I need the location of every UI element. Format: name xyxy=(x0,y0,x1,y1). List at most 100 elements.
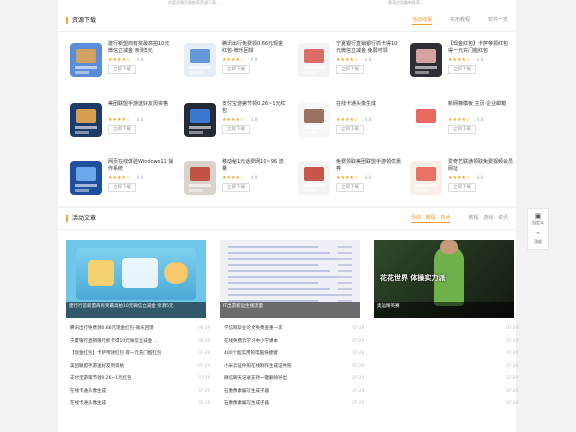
list-item[interactable]: 石墨像素編写生成子器 07-29 xyxy=(224,397,364,410)
app-card[interactable]: 在线卡通头像生成 ★★★★☆ 4.8 立即下载 xyxy=(298,100,402,140)
list-item[interactable]: 07-29 xyxy=(378,335,518,348)
list-item[interactable]: 07-29 xyxy=(378,397,518,410)
app-icon[interactable] xyxy=(298,43,330,77)
article-title[interactable]: 微信聊天记录支持一键删除导出 xyxy=(224,375,287,381)
article-title[interactable]: 400个超实用的电脑快捷键 xyxy=(224,350,278,356)
app-card[interactable]: 美团联盟手游送好友周资格 ★★★★☆ 4.8 立即下载 xyxy=(70,100,174,140)
featured-card[interactable]: 建行行首新盟商有奖最高拍10元微信立减金 亲测5元 xyxy=(66,240,206,318)
list-item[interactable]: 07-29 xyxy=(378,385,518,398)
article-title[interactable]: 石墨像素編写生成子器 xyxy=(224,400,269,406)
list-item[interactable]: 07-29 xyxy=(378,347,518,360)
list-item[interactable]: 宁夏银行直销银行抓卡得10元微信立减金 ... 06-29 xyxy=(70,335,210,348)
download-button[interactable]: 立即下载 xyxy=(108,125,136,134)
article-title[interactable]: 学信网毕业论文免费查重一次 xyxy=(224,325,283,331)
list-item[interactable]: 07-29 xyxy=(378,372,518,385)
list-item[interactable]: 07-29 xyxy=(378,322,518,335)
app-card[interactable]: 【现金红包】卡萨帝领红包 得一元充门槛红包 ★★★★☆ 4.8 立即下载 xyxy=(410,40,514,80)
tab-resource-1[interactable]: 实用教程 xyxy=(450,16,470,25)
featured-caption[interactable]: IT出游新运生线流量 xyxy=(220,302,360,318)
article-title[interactable]: 在线卡通头像生成 xyxy=(70,388,106,394)
list-item[interactable]: 在线卡通头像生成 07-29 xyxy=(70,397,210,410)
app-icon[interactable] xyxy=(70,161,102,195)
app-card[interactable]: 新网梯模板 主页·企业邮箱 ★★★★☆ 4.8 立即下载 xyxy=(410,100,514,140)
app-icon[interactable] xyxy=(298,161,330,195)
app-icon[interactable] xyxy=(70,43,102,77)
tab-article-0[interactable]: 活动 · 教程 · 技术 xyxy=(410,214,451,223)
tab-resource-2[interactable]: 软件一览 xyxy=(488,16,508,25)
download-button[interactable]: 立即下载 xyxy=(448,65,476,74)
app-name[interactable]: 美团联盟手游送好友周资格 xyxy=(108,101,174,108)
app-icon[interactable] xyxy=(184,161,216,195)
download-button[interactable]: 立即下载 xyxy=(448,183,476,192)
list-item[interactable]: 支付宝游第节领0.26~1元红包 07-29 xyxy=(70,372,210,385)
article-title[interactable]: 支付宝游第节领0.26~1元红包 xyxy=(70,375,132,381)
app-icon[interactable] xyxy=(410,43,442,77)
side-item-custom[interactable]: ▣ 自定义 xyxy=(528,212,548,226)
app-card[interactable]: 网页在线体验Windows11 操作系统 ★★★★☆ 4.8 立即下载 xyxy=(70,158,174,198)
app-card[interactable]: 腾讯出行免费领0.66元现金红包-微乐回馈 ★★★★☆ 4.8 立即下载 xyxy=(184,40,288,80)
list-item[interactable]: 小米云证件照在线制作生成证件照 07-29 xyxy=(224,360,364,373)
app-name[interactable]: 宁夏银行直销银行抓卡得10元微信立减金 免弱可领 xyxy=(336,41,402,55)
featured-caption[interactable]: 建行行首新盟商有奖最高拍10元微信立减金 亲测5元 xyxy=(66,302,206,318)
featured-card[interactable]: IT出游新运生线流量 xyxy=(220,240,360,318)
tab-article-1[interactable]: 教程 · 游戏 · 资讯 xyxy=(468,214,508,223)
list-item[interactable]: 在线免费云学习中小学课本 07-29 xyxy=(224,335,364,348)
side-item-top-label: 顶部 xyxy=(534,239,542,244)
app-card[interactable]: 移动秘1元话费网10~96 流量 ★★★★☆ 4.8 立即下载 xyxy=(184,158,288,198)
app-score: 4.8 xyxy=(477,57,484,62)
featured-card[interactable]: 花花世界 体操实力派 奥运精英赛 xyxy=(374,240,514,318)
app-name[interactable]: 建行新盟商有奖最高拍10元微信立减金 亲测5元 xyxy=(108,41,174,55)
article-title[interactable]: 小米云证件照在线制作生成证件照 xyxy=(224,363,292,369)
app-icon[interactable] xyxy=(410,103,442,137)
article-title[interactable]: 在线卡通头像生成 xyxy=(70,400,106,406)
list-item[interactable]: 在线卡通头像生成 07-29 xyxy=(70,385,210,398)
app-name[interactable]: 新网梯模板 主页·企业邮箱 xyxy=(448,101,514,108)
list-item[interactable]: 07-29 xyxy=(378,360,518,373)
app-icon[interactable] xyxy=(410,161,442,195)
list-item[interactable]: 微信聊天记录支持一键删除导出 07-29 xyxy=(224,372,364,385)
list-item[interactable]: 学信网毕业论文免费查重一次 07-29 xyxy=(224,322,364,335)
app-name[interactable]: 爱奇艺联通领取免费视频会员网址 xyxy=(448,159,514,173)
featured-caption[interactable]: 奥运精英赛 xyxy=(374,302,514,318)
download-button[interactable]: 立即下载 xyxy=(222,65,250,74)
app-card[interactable]: 免费领取美团联盟手游领优惠券 ★★★★☆ 4.8 立即下载 xyxy=(298,158,402,198)
rating-stars-icon: ★★★★☆ xyxy=(222,117,245,123)
app-name[interactable]: 网页在线体验Windows11 操作系统 xyxy=(108,159,174,173)
download-button[interactable]: 立即下载 xyxy=(336,125,364,134)
app-name[interactable]: 腾讯出行免费领0.66元现金红包-微乐回馈 xyxy=(222,41,288,55)
download-button[interactable]: 立即下载 xyxy=(108,183,136,192)
list-item[interactable]: 【现金红包】卡萨帝领红包 得一元充门槛红包 07-29 xyxy=(70,347,210,360)
list-item[interactable]: 美团联盟手游送好友周资格 07-29 xyxy=(70,360,210,373)
side-item-top[interactable]: ⌃ 顶部 xyxy=(528,231,548,245)
app-name[interactable]: 移动秘1元话费网10~96 流量 xyxy=(222,159,288,173)
app-card[interactable]: 宁夏银行直销银行抓卡得10元微信立减金 免弱可领 ★★★★☆ 4.8 立即下载 xyxy=(298,40,402,80)
download-button[interactable]: 立即下载 xyxy=(336,183,364,192)
article-title[interactable]: 腾讯出行免费领0.66元现金红包-微乐回馈 xyxy=(70,325,154,331)
list-item[interactable]: 石墨像素編写生成子器 07-29 xyxy=(224,385,364,398)
tab-resource-0[interactable]: 活动线报 xyxy=(411,16,432,25)
app-icon[interactable] xyxy=(184,43,216,77)
list-item[interactable]: 400个超实用的电脑快捷键 07-29 xyxy=(224,347,364,360)
article-title[interactable]: 宁夏银行直销银行抓卡得10元微信立减金 ... xyxy=(70,338,158,344)
download-button[interactable]: 立即下载 xyxy=(108,65,136,74)
list-item[interactable]: 腾讯出行免费领0.66元现金红包-微乐回馈 06-29 xyxy=(70,322,210,335)
download-button[interactable]: 立即下载 xyxy=(448,125,476,134)
article-title[interactable]: 美团联盟手游送好友周资格 xyxy=(70,363,124,369)
app-name[interactable]: 支付宝游第节领0.26~1元红包 xyxy=(222,101,288,115)
app-card[interactable]: 爱奇艺联通领取免费视频会员网址 ★★★★☆ 4.8 立即下载 xyxy=(410,158,514,198)
app-card[interactable]: 建行新盟商有奖最高拍10元微信立减金 亲测5元 ★★★★☆ 4.8 立即下载 xyxy=(70,40,174,80)
app-name[interactable]: 在线卡通头像生成 xyxy=(336,101,402,108)
download-button[interactable]: 立即下载 xyxy=(222,125,250,134)
app-score: 4.8 xyxy=(137,117,144,122)
app-icon[interactable] xyxy=(70,103,102,137)
app-icon[interactable] xyxy=(298,103,330,137)
app-name[interactable]: 【现金红包】卡萨帝领红包 得一元充门槛红包 xyxy=(448,41,514,55)
download-button[interactable]: 立即下载 xyxy=(336,65,364,74)
download-button[interactable]: 立即下载 xyxy=(222,183,250,192)
article-title[interactable]: 在线免费云学习中小学课本 xyxy=(224,338,278,344)
app-card[interactable]: 支付宝游第节领0.26~1元红包 ★★★★☆ 4.8 立即下载 xyxy=(184,100,288,140)
article-title[interactable]: 石墨像素編写生成子器 xyxy=(224,388,269,394)
app-name[interactable]: 免费领取美团联盟手游领优惠券 xyxy=(336,159,402,173)
article-title[interactable]: 【现金红包】卡萨帝领红包 得一元充门槛红包 xyxy=(70,350,161,356)
app-icon[interactable] xyxy=(184,103,216,137)
